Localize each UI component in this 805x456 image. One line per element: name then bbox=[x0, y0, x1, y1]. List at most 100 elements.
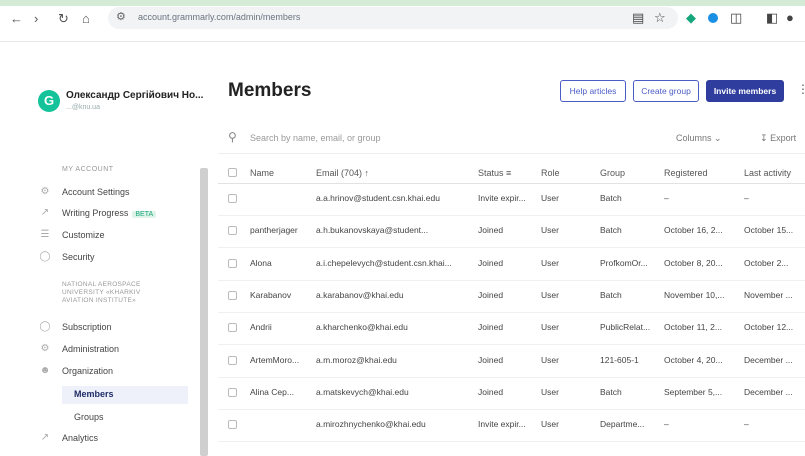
columns-dropdown[interactable]: Columns ⌄ bbox=[676, 133, 722, 144]
people-icon: ☻ bbox=[39, 365, 51, 376]
cell-last-activity: October 12... bbox=[744, 322, 794, 333]
search-input[interactable]: Search by name, email, or group bbox=[250, 133, 381, 143]
cell-email[interactable]: a.mirozhnychenko@khai.edu bbox=[316, 419, 468, 429]
row-checkbox[interactable] bbox=[228, 194, 237, 203]
row-checkbox[interactable] bbox=[228, 420, 237, 430]
cell-role: User bbox=[541, 193, 559, 203]
reload-icon[interactable]: ↻ bbox=[58, 11, 69, 27]
sidebar-scrollbar[interactable] bbox=[200, 168, 208, 456]
grammarly-extension-icon[interactable]: ◆ bbox=[686, 10, 696, 26]
help-articles-button[interactable]: Help articles bbox=[560, 80, 626, 102]
cell-group: Departme... bbox=[600, 419, 645, 430]
cell-status: Joined bbox=[478, 257, 504, 268]
download-icon: ↧ bbox=[760, 133, 768, 143]
sidebar-item-account-settings[interactable]: ⚙ Account Settings bbox=[38, 186, 198, 202]
url-text: account.grammarly.com/admin/members bbox=[138, 12, 301, 22]
cell-group: Batch bbox=[600, 193, 622, 203]
shield-icon: ◯ bbox=[39, 251, 51, 262]
organization-name: NATIONAL AEROSPACE UNIVERSITY «KHARKIV A… bbox=[62, 281, 141, 304]
extensions-icon[interactable]: ◫ bbox=[730, 10, 742, 26]
cell-name[interactable]: pantherjager bbox=[250, 225, 308, 235]
table-header bbox=[218, 162, 805, 184]
column-header-group[interactable]: Group bbox=[600, 168, 625, 178]
cell-name[interactable]: Alina Cep... bbox=[250, 387, 308, 397]
cell-email[interactable]: a.i.chepelevych@student.csn.khai... bbox=[316, 258, 468, 268]
sidebar-item-writing-progress[interactable]: ↗ Writing Progress BETA bbox=[38, 207, 198, 223]
sidebar-item-security[interactable]: ◯ Security bbox=[38, 251, 198, 267]
cell-group: Batch bbox=[600, 289, 622, 300]
export-button[interactable]: ↧ Export bbox=[760, 133, 796, 144]
avatar[interactable]: G bbox=[38, 90, 60, 112]
cell-group: PublicRelat... bbox=[600, 322, 651, 333]
cell-name[interactable]: ArtemMoro... bbox=[250, 355, 308, 365]
cell-registered: – bbox=[664, 419, 669, 430]
row-checkbox[interactable] bbox=[228, 387, 237, 397]
user-email: ...@knu.ua bbox=[66, 104, 100, 111]
user-name[interactable]: Олександр Сергійович Но... bbox=[66, 90, 203, 101]
create-group-button[interactable]: Create group bbox=[633, 80, 699, 102]
beta-badge: BETA bbox=[132, 211, 157, 218]
cell-registered: October 8, 20... bbox=[664, 257, 723, 268]
sidebar-item-administration[interactable]: ⚙ Administration bbox=[38, 343, 198, 359]
column-header-last-activity[interactable]: Last activity bbox=[744, 168, 791, 178]
column-header-registered[interactable]: Registered bbox=[664, 168, 708, 178]
row-checkbox[interactable] bbox=[228, 355, 237, 365]
cell-last-activity: October 15... bbox=[744, 225, 794, 236]
sidepanel-icon[interactable]: ◧ bbox=[766, 10, 778, 26]
sidebar-item-analytics[interactable]: ↗ Analytics bbox=[38, 432, 198, 448]
select-all-checkbox[interactable] bbox=[228, 168, 237, 177]
column-header-role[interactable]: Role bbox=[541, 168, 560, 178]
more-options-icon[interactable]: ⋮ bbox=[797, 82, 805, 96]
profile-icon[interactable]: ● bbox=[786, 10, 794, 25]
search-icon: ⚲ bbox=[228, 130, 237, 144]
translate-icon[interactable]: ▤ bbox=[632, 10, 644, 26]
gear-icon: ⚙ bbox=[40, 186, 50, 197]
extension-dot-icon[interactable] bbox=[708, 13, 718, 23]
cell-last-activity: November ... bbox=[744, 289, 793, 300]
cell-status: Joined bbox=[478, 225, 504, 236]
bookmark-star-icon[interactable]: ☆ bbox=[654, 10, 666, 26]
cell-name[interactable]: Alona bbox=[250, 258, 308, 268]
invite-members-button[interactable]: Invite members bbox=[706, 80, 784, 102]
chart-line-icon: ↗ bbox=[40, 432, 50, 443]
cell-registered: – bbox=[664, 193, 669, 203]
cell-role: User bbox=[541, 419, 559, 430]
column-header-name[interactable]: Name bbox=[250, 168, 274, 178]
column-header-email[interactable]: Email (704) ↑ bbox=[316, 168, 369, 178]
sidebar-subitem-groups[interactable]: Groups bbox=[62, 409, 188, 427]
sidebar-item-subscription[interactable]: ◯ Subscription bbox=[38, 321, 198, 337]
cell-email[interactable]: a.h.bukanovskaya@student... bbox=[316, 225, 468, 235]
cell-name[interactable]: Andrii bbox=[250, 322, 308, 332]
cell-email[interactable]: a.a.hrinov@student.csn.khai.edu bbox=[316, 193, 468, 203]
cell-role: User bbox=[541, 289, 559, 300]
cell-status: Joined bbox=[478, 322, 504, 333]
cell-last-activity: December ... bbox=[744, 354, 793, 365]
cell-email[interactable]: a.karabanov@khai.edu bbox=[316, 290, 468, 300]
sidebar-item-customize[interactable]: ☰ Customize bbox=[38, 229, 198, 245]
sidebar-subitem-members[interactable]: Members bbox=[62, 386, 188, 404]
row-checkbox[interactable] bbox=[228, 323, 237, 333]
row-checkbox[interactable] bbox=[228, 290, 237, 300]
row-checkbox[interactable] bbox=[228, 258, 237, 268]
cell-group: ProfkomOr... bbox=[600, 257, 648, 268]
site-info-icon[interactable]: ⚙ bbox=[116, 10, 126, 23]
column-header-status[interactable]: Status ≡ bbox=[478, 168, 511, 178]
cell-group: 121-605-1 bbox=[600, 354, 639, 365]
cell-email[interactable]: a.matskevych@khai.edu bbox=[316, 387, 468, 397]
cell-name[interactable]: Karabanov bbox=[250, 290, 308, 300]
row-checkbox[interactable] bbox=[228, 226, 237, 236]
cell-last-activity: October 2... bbox=[744, 257, 789, 268]
cell-email[interactable]: a.m.moroz@khai.edu bbox=[316, 355, 468, 365]
cell-email[interactable]: a.kharchenko@khai.edu bbox=[316, 322, 468, 332]
cell-last-activity: – bbox=[744, 193, 749, 203]
forward-icon[interactable]: › bbox=[34, 11, 38, 26]
sort-arrow-icon: ↑ bbox=[364, 168, 370, 178]
cell-role: User bbox=[541, 386, 559, 397]
chart-line-icon: ↗ bbox=[40, 207, 50, 218]
home-icon[interactable]: ⌂ bbox=[82, 11, 90, 26]
back-icon[interactable]: ← bbox=[10, 11, 23, 26]
cell-registered: October 11, 2... bbox=[664, 322, 722, 333]
filter-icon: ≡ bbox=[506, 168, 512, 178]
cell-registered: September 5,... bbox=[664, 386, 723, 397]
sidebar-item-organization[interactable]: ☻ Organization bbox=[38, 365, 198, 381]
